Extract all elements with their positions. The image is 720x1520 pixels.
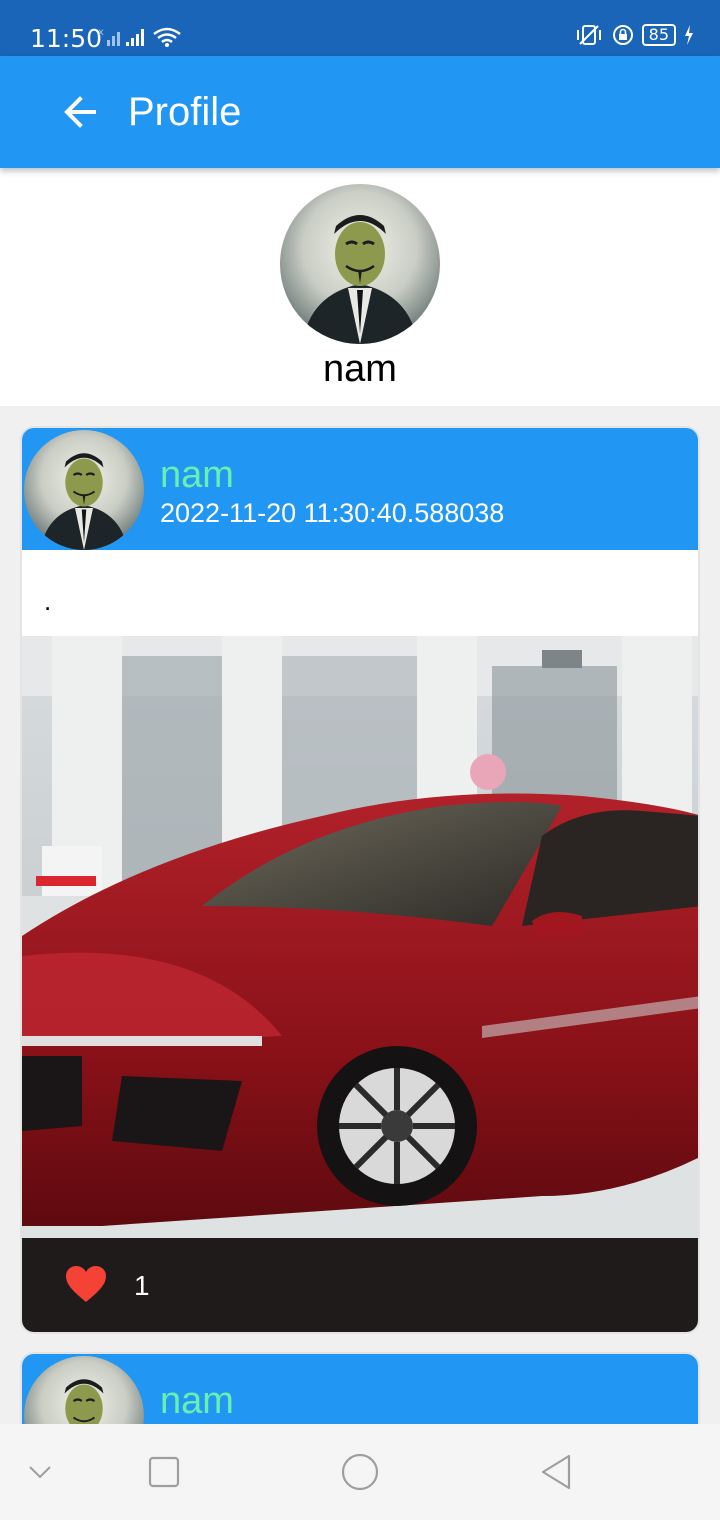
arrow-left-icon[interactable] (60, 92, 100, 132)
profile-header: nam (0, 168, 720, 406)
post-text: . (44, 586, 52, 616)
post-author-avatar[interactable] (24, 430, 144, 550)
page-title: Profile (128, 90, 242, 134)
post-image[interactable] (22, 636, 698, 1238)
chevron-down-icon (29, 1466, 51, 1479)
post-author-name[interactable]: nam (160, 1380, 234, 1423)
svg-text:x: x (98, 27, 104, 38)
heart-icon[interactable] (64, 1264, 108, 1304)
avatar[interactable] (280, 184, 440, 344)
nav-recents-button[interactable] (124, 1424, 204, 1520)
status-time: 11:50 (30, 24, 103, 53)
signal-icon: x (98, 27, 181, 47)
back-icon (541, 1454, 571, 1490)
vibrate-icon (576, 25, 601, 45)
post-header: nam 2022-11-20 11:30:40.588038 (22, 428, 698, 550)
battery-icon: 85 (641, 24, 676, 46)
post-like-bar: 1 (22, 1238, 698, 1332)
lock-rotation-icon (612, 25, 633, 45)
post-card: nam 2022-11-20 11:30:40.588038 . 1 (20, 426, 700, 1334)
status-right-icons: 85 (574, 24, 694, 46)
status-bar: 11:50 x 85 (0, 0, 720, 56)
red-car-photo (22, 636, 698, 1238)
system-nav-bar (0, 1424, 720, 1520)
charging-icon (685, 25, 693, 45)
app-bar: Profile (0, 56, 720, 168)
like-count: 1 (134, 1270, 150, 1301)
recents-icon (148, 1456, 180, 1488)
masked-person-avatar-image (280, 184, 440, 344)
nav-home-button[interactable] (320, 1424, 400, 1520)
nav-hide-button[interactable] (0, 1424, 80, 1520)
profile-name: nam (323, 348, 397, 390)
nav-back-button[interactable] (516, 1424, 596, 1520)
post-timestamp: 2022-11-20 11:30:40.588038 (160, 498, 505, 528)
post-author-name[interactable]: nam (160, 454, 234, 497)
home-icon (341, 1453, 379, 1491)
masked-person-avatar-image (24, 430, 144, 550)
